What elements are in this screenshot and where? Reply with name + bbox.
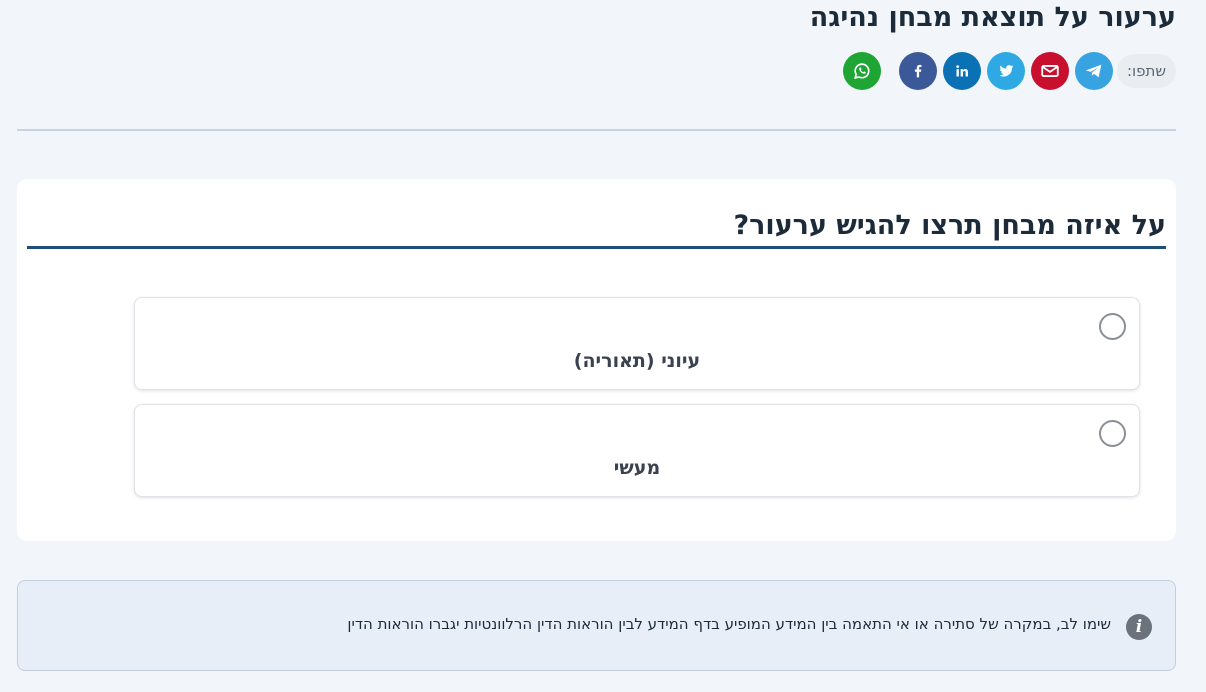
radio-button[interactable] (1099, 420, 1126, 447)
page-title: ערעור על תוצאת מבחן נהיגה (809, 2, 1176, 33)
notice-box: i שימו לב, במקרה של סתירה או אי התאמה בי… (17, 580, 1176, 671)
telegram-icon (1085, 64, 1102, 78)
question-title: על איזה מבחן תרצו להגיש ערעור? (733, 210, 1166, 241)
whatsapp-icon (854, 63, 870, 80)
whatsapp-share-button[interactable] (843, 52, 881, 90)
header-divider (17, 129, 1176, 131)
email-share-button[interactable] (1031, 52, 1069, 90)
option-practical[interactable]: מעשי (134, 404, 1140, 497)
envelope-icon (1041, 65, 1059, 77)
twitter-icon (999, 65, 1014, 77)
linkedin-icon (956, 65, 968, 77)
question-underline (27, 246, 1166, 249)
facebook-icon (914, 64, 922, 78)
linkedin-share-button[interactable] (943, 52, 981, 90)
twitter-share-button[interactable] (987, 52, 1025, 90)
notice-text: שימו לב, במקרה של סתירה או אי התאמה בין … (347, 615, 1111, 633)
option-theory[interactable]: עיוני (תאוריה) (134, 297, 1140, 390)
info-icon: i (1126, 614, 1152, 640)
share-bar: שתפו: (837, 52, 1176, 90)
radio-button[interactable] (1099, 313, 1126, 340)
share-label: שתפו: (1117, 54, 1176, 88)
telegram-share-button[interactable] (1075, 52, 1113, 90)
facebook-share-button[interactable] (899, 52, 937, 90)
option-label: מעשי (613, 457, 661, 479)
option-label: עיוני (תאוריה) (573, 350, 701, 372)
